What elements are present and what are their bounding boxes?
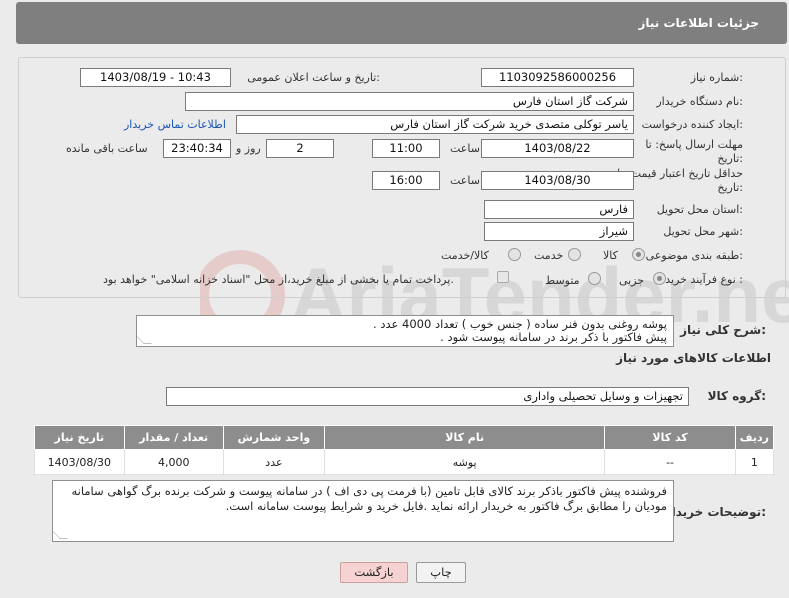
category-radio-goods-service[interactable] [508, 248, 521, 261]
creator-label: ایجاد کننده درخواست: [641, 118, 743, 131]
validity-time-label: ساعت [450, 174, 480, 187]
description-line-2: پیش فاکتور با ذکر برند در سامانه پیوست ش… [440, 330, 667, 344]
buyer-org-field: شرکت گاز استان فارس [185, 92, 634, 111]
goods-table: ردیف کد کالا نام کالا واحد شمارش تعداد /… [34, 425, 775, 475]
process-radio-medium[interactable] [588, 272, 601, 285]
cell-name: پوشه [324, 449, 606, 475]
treasury-payment-checkbox[interactable] [497, 271, 509, 283]
validity-date-field: 1403/08/30 [481, 171, 634, 190]
table-row: 1 -- پوشه عدد 4,000 1403/08/30 [34, 449, 775, 475]
province-field: فارس [484, 200, 634, 219]
description-label: شرح کلی نیاز: [680, 323, 766, 337]
cell-row: 1 [734, 449, 775, 475]
col-header-name: نام کالا [324, 425, 606, 450]
deadline-time-label: ساعت [450, 142, 480, 155]
announce-field: 1403/08/19 - 10:43 [80, 68, 231, 87]
col-header-qty: تعداد / مقدار [123, 425, 224, 450]
col-header-code: کد کالا [604, 425, 736, 450]
deadline-label-line2: تاریخ: [717, 152, 743, 165]
city-label: شهر محل تحویل: [663, 225, 743, 238]
page-title: جزئیات اطلاعات نیاز [638, 16, 759, 30]
goods-group-label: گروه کالا: [707, 389, 766, 403]
print-button[interactable]: چاپ [416, 562, 466, 583]
page-header: جزئیات اطلاعات نیاز [16, 2, 787, 44]
validity-time-field: 16:00 [372, 171, 440, 190]
announce-label: تاریخ و ساعت اعلان عمومی: [247, 71, 380, 84]
process-radio-minor[interactable] [653, 272, 666, 285]
remaining-time-field: 23:40:34 [163, 139, 231, 158]
remaining-time-label: ساعت باقی مانده [66, 142, 148, 155]
deadline-days-label: روز و [236, 142, 261, 155]
buyer-contact-link[interactable]: اطلاعات تماس خریدار [124, 118, 226, 131]
col-header-row: ردیف [734, 425, 775, 450]
deadline-label-line1: مهلت ارسال پاسخ: تا [645, 138, 743, 151]
buyer-notes-text: فروشنده پیش فاکتور باذکر برند کالای قابل… [71, 484, 667, 513]
cell-code: -- [604, 449, 736, 475]
goods-table-header-row: ردیف کد کالا نام کالا واحد شمارش تعداد /… [34, 425, 775, 450]
process-option-minor: جزیی [619, 274, 645, 287]
deadline-time-field: 11:00 [372, 139, 440, 158]
goods-table-wrapper: ردیف کد کالا نام کالا واحد شمارش تعداد /… [34, 425, 775, 475]
process-label: نوع فرآیند خرید : [665, 273, 743, 286]
category-label: طبقه بندی موضوعی: [645, 249, 743, 262]
goods-info-title: اطلاعات کالاهای مورد نیاز [616, 351, 771, 365]
need-number-label: شماره نیاز: [690, 71, 743, 84]
category-option-goods-service: کالا/خدمت [441, 249, 489, 262]
description-textarea[interactable]: پوشه روغنی بدون فنر ساده ( جنس خوب ) تعد… [136, 315, 674, 347]
goods-group-field: تجهیزات و وسایل تحصیلی واداری [166, 387, 689, 406]
city-field: شیراز [484, 222, 634, 241]
category-radio-goods[interactable] [632, 248, 645, 261]
cell-qty: 4,000 [123, 449, 224, 475]
col-header-unit: واحد شمارش [222, 425, 326, 450]
col-header-date: تاریخ نیاز [34, 425, 125, 450]
back-button[interactable]: بازگشت [340, 562, 408, 583]
deadline-date-field: 1403/08/22 [481, 139, 634, 158]
buyer-notes-textarea[interactable]: فروشنده پیش فاکتور باذکر برند کالای قابل… [52, 480, 674, 542]
buyer-notes-label: توضیحات خریدار: [664, 505, 766, 519]
category-radio-service[interactable] [568, 248, 581, 261]
treasury-payment-note: پرداخت تمام یا بخشی از مبلغ خرید،از محل … [103, 273, 454, 286]
validity-label-line1: حداقل تاریخ اعتبار قیمت: تا [617, 167, 743, 180]
need-number-field: 1103092586000256 [481, 68, 634, 87]
deadline-days-field: 2 [266, 139, 334, 158]
category-option-goods: کالا [603, 249, 618, 262]
buyer-org-label: نام دستگاه خریدار: [656, 95, 743, 108]
validity-label-line2: تاریخ: [717, 181, 743, 194]
process-option-medium: متوسط [545, 274, 580, 287]
creator-field: یاسر توکلی متصدی خرید شرکت گاز استان فار… [236, 115, 634, 134]
category-option-service: خدمت [534, 249, 564, 262]
province-label: استان محل تحویل: [656, 203, 743, 216]
resize-grip-icon[interactable] [53, 531, 68, 539]
cell-unit: عدد [222, 449, 326, 475]
cell-date: 1403/08/30 [34, 449, 125, 475]
